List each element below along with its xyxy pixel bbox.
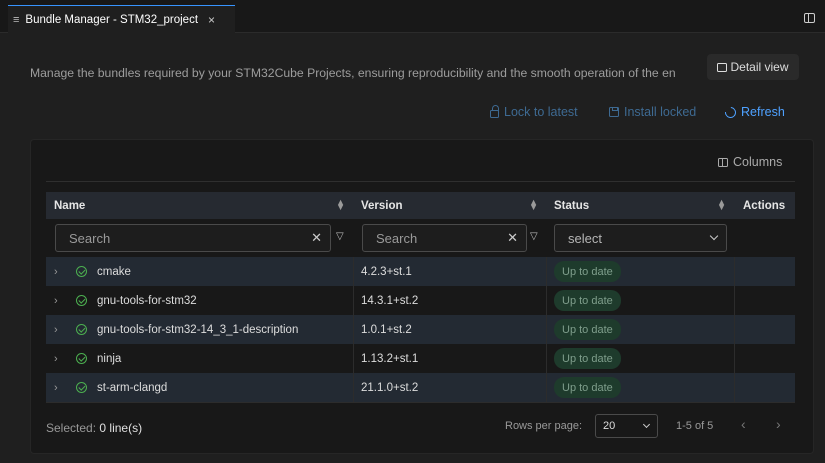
clear-icon[interactable]: ✕: [311, 230, 322, 246]
bundle-name: cmake: [97, 265, 131, 278]
expand-chevron-icon[interactable]: ›: [54, 286, 58, 315]
bundle-name: gnu-tools-for-stm32-14_3_1-description: [97, 323, 299, 336]
bundle-version: 4.2.3+st.1: [361, 265, 412, 278]
chevron-down-icon: [709, 231, 719, 241]
editor-tab-bar: ≡ Bundle Manager - STM32_project ×: [0, 0, 825, 33]
check-circle-icon: [76, 266, 87, 277]
selected-label: Selected:: [46, 421, 97, 435]
sort-icon[interactable]: ▲ ▼: [717, 198, 726, 212]
detail-view-label: Detail view: [730, 60, 789, 74]
lock-icon: [490, 105, 499, 118]
check-circle-icon: [76, 353, 87, 364]
columns-button[interactable]: Columns: [718, 155, 782, 169]
columns-label: Columns: [733, 155, 783, 169]
column-actions-label: Actions: [743, 199, 786, 212]
page-description: Manage the bundles required by your STM3…: [30, 66, 676, 80]
column-header-status[interactable]: Status ▲ ▼: [546, 192, 734, 219]
tab-bundle-manager[interactable]: ≡ Bundle Manager - STM32_project ×: [8, 5, 235, 33]
selected-count: 0 line(s): [99, 421, 143, 435]
column-divider: [546, 257, 547, 402]
columns-icon: [718, 157, 728, 167]
column-name-label: Name: [54, 199, 86, 212]
previous-page-icon[interactable]: ‹: [741, 416, 746, 432]
bundle-name: ninja: [97, 352, 122, 365]
expand-chevron-icon[interactable]: ›: [54, 257, 58, 286]
column-header-version[interactable]: Version ▲ ▼: [353, 192, 546, 219]
table-row[interactable]: › cmake 4.2.3+st.1 Up to date: [46, 257, 795, 286]
chevron-down-icon: [642, 420, 651, 429]
name-search-placeholder: Search: [69, 230, 111, 246]
lock-to-latest-button[interactable]: Lock to latest: [490, 105, 578, 119]
install-label: Install locked: [624, 105, 697, 119]
panel-icon: [717, 62, 728, 72]
check-circle-icon: [76, 295, 87, 306]
table-header: Name ▲ ▼ Version ▲ ▼ Status ▲ ▼ Actions: [46, 192, 795, 219]
status-badge: Up to date: [554, 377, 621, 398]
table-row[interactable]: › gnu-tools-for-stm32 14.3.1+st.2 Up to …: [46, 286, 795, 315]
split-editor-icon[interactable]: [804, 13, 815, 23]
menu-lines-icon: ≡: [13, 13, 20, 26]
rows-per-page-label: Rows per page:: [505, 420, 583, 432]
status-badge: Up to date: [554, 261, 621, 282]
table-row[interactable]: › ninja 1.13.2+st.1 Up to date: [46, 344, 795, 373]
bundle-name: gnu-tools-for-stm32: [97, 294, 197, 307]
table-bottom-border: [46, 402, 795, 403]
refresh-icon: [722, 104, 739, 120]
version-search-input[interactable]: Search ✕: [362, 224, 527, 252]
expand-chevron-icon[interactable]: ›: [54, 344, 58, 373]
bundle-version: 1.13.2+st.1: [361, 352, 419, 365]
rows-per-page-select[interactable]: 20: [595, 414, 658, 438]
next-page-icon[interactable]: ›: [776, 416, 781, 432]
detail-view-button[interactable]: Detail view: [707, 54, 799, 80]
version-search-placeholder: Search: [376, 230, 418, 246]
sort-icon[interactable]: ▲ ▼: [336, 198, 345, 212]
bundle-version: 1.0.1+st.2: [361, 323, 412, 336]
status-badge: Up to date: [554, 348, 621, 369]
filter-icon[interactable]: ▽: [336, 231, 344, 242]
status-select[interactable]: select: [554, 224, 727, 252]
sort-icon[interactable]: ▲ ▼: [529, 198, 538, 212]
status-badge: Up to date: [554, 290, 621, 311]
tab-title: Bundle Manager - STM32_project: [25, 13, 199, 26]
bundle-name: st-arm-clangd: [97, 381, 168, 394]
divider: [46, 181, 795, 182]
rows-per-page-value: 20: [603, 420, 616, 432]
expand-chevron-icon[interactable]: ›: [54, 373, 58, 402]
bundle-version: 21.1.0+st.2: [361, 381, 419, 394]
status-badge: Up to date: [554, 319, 621, 340]
column-header-name[interactable]: Name ▲ ▼: [46, 192, 353, 219]
pagination-range: 1-5 of 5: [676, 420, 714, 432]
column-divider: [353, 257, 354, 402]
table-row[interactable]: › gnu-tools-for-stm32-14_3_1-description…: [46, 315, 795, 344]
save-icon: [609, 107, 619, 117]
selection-status: Selected: 0 line(s): [46, 421, 142, 435]
status-select-value: select: [568, 230, 602, 246]
column-divider: [734, 257, 735, 402]
check-circle-icon: [76, 324, 87, 335]
column-header-actions: Actions: [734, 192, 795, 219]
column-status-label: Status: [554, 199, 590, 212]
bundle-version: 14.3.1+st.2: [361, 294, 419, 307]
filter-icon[interactable]: ▽: [530, 231, 538, 242]
column-version-label: Version: [361, 199, 403, 212]
name-search-input[interactable]: Search ✕: [55, 224, 331, 252]
close-icon[interactable]: ×: [208, 13, 215, 27]
lock-label: Lock to latest: [504, 105, 578, 119]
filter-row: Search ✕ ▽ Search ✕ ▽ select: [46, 219, 795, 256]
clear-icon[interactable]: ✕: [507, 230, 518, 246]
expand-chevron-icon[interactable]: ›: [54, 315, 58, 344]
check-circle-icon: [76, 382, 87, 393]
table-row[interactable]: › st-arm-clangd 21.1.0+st.2 Up to date: [46, 373, 795, 402]
install-locked-button[interactable]: Install locked: [609, 105, 696, 119]
refresh-label: Refresh: [741, 105, 785, 119]
refresh-button[interactable]: Refresh: [722, 104, 785, 120]
